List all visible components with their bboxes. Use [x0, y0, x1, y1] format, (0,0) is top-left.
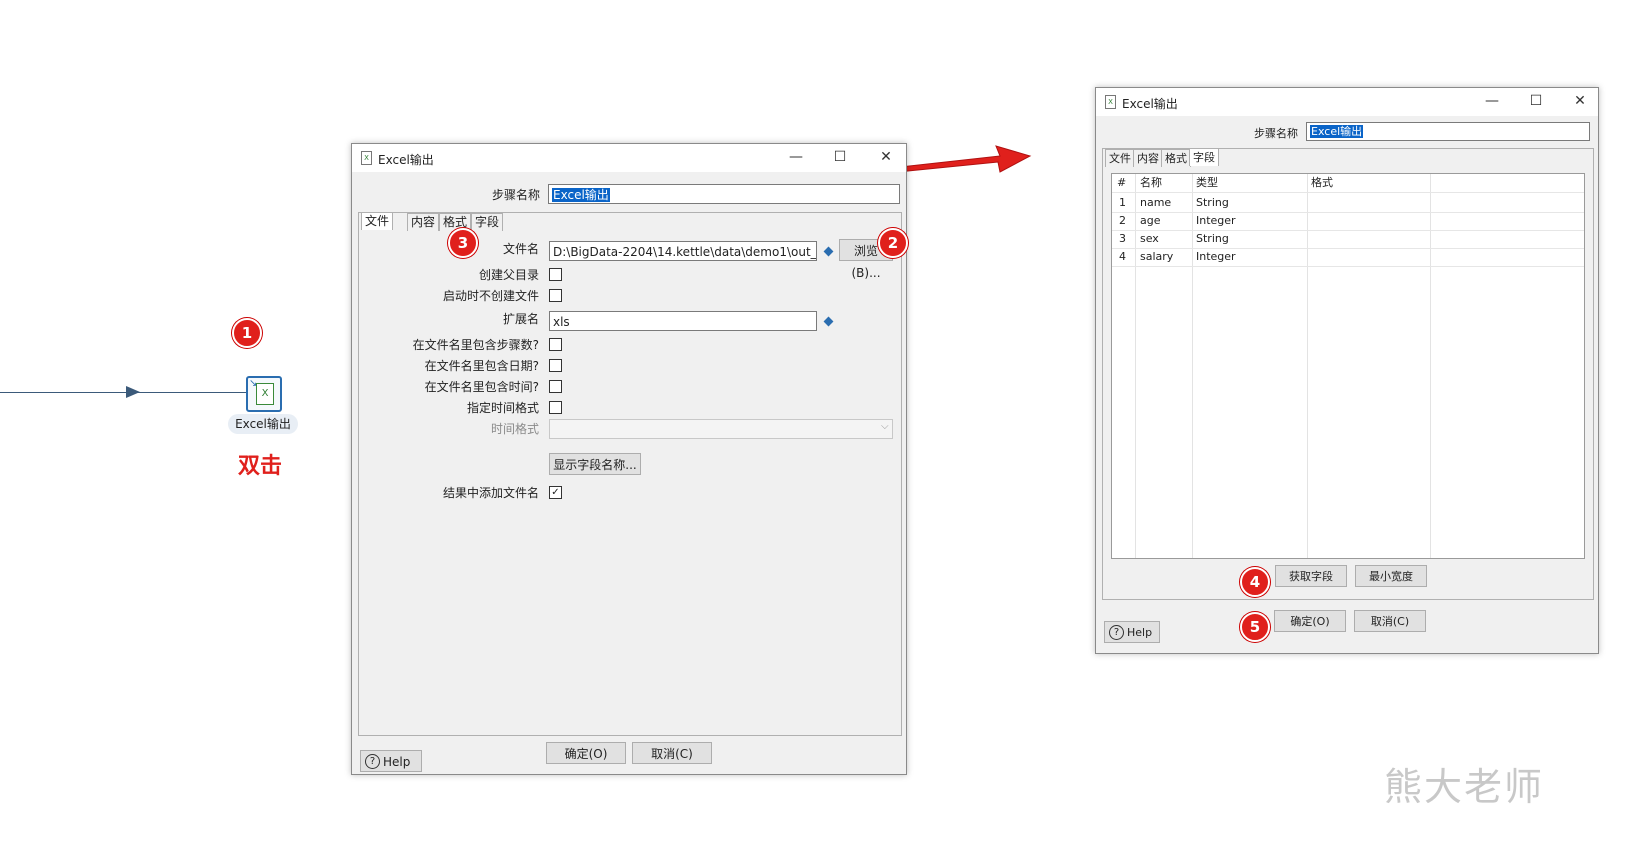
minimize-icon[interactable]: — — [1482, 92, 1502, 110]
maximize-icon[interactable]: ☐ — [830, 148, 850, 166]
time-format-select[interactable] — [549, 419, 893, 439]
tab-fields[interactable]: 字段 — [471, 213, 504, 231]
minimize-icon[interactable]: — — [786, 148, 806, 166]
column-header[interactable]: 名称 — [1140, 174, 1162, 192]
table-row[interactable]: 1 name String — [1112, 194, 1584, 213]
min-width-button[interactable]: 最小宽度 — [1355, 565, 1427, 587]
chevron-down-icon: ⌵ — [881, 421, 889, 432]
tab-file[interactable]: 文件 — [1105, 149, 1135, 167]
help-label: Help — [383, 755, 411, 769]
step-name-label: 步骤名称 — [491, 188, 540, 202]
time-format-label: 时间格式 — [490, 422, 539, 436]
no-create-on-start-checkbox[interactable] — [549, 289, 562, 302]
ok-button[interactable]: 确定(O) — [1274, 610, 1346, 632]
badge-2: 2 — [878, 228, 908, 258]
specify-time-format-checkbox[interactable] — [549, 401, 562, 414]
add-filename-result-checkbox[interactable]: ✓ — [549, 486, 562, 499]
create-parent-dir-checkbox[interactable] — [549, 268, 562, 281]
variable-icon — [823, 246, 834, 257]
filename-input[interactable]: D:\BigData-2204\14.kettle\data\demo1\out… — [549, 241, 817, 261]
add-filename-result-label: 结果中添加文件名 — [442, 486, 539, 500]
column-header[interactable]: # — [1117, 174, 1126, 192]
cancel-button[interactable]: 取消(C) — [632, 742, 712, 764]
field-name[interactable]: salary — [1140, 248, 1173, 266]
window-title: Excel输出 — [1122, 97, 1178, 111]
show-fieldnames-button[interactable]: 显示字段名称... — [549, 453, 641, 475]
tab-panel: 文件 内容 格式 字段 文件名 D:\BigData-2204\14.kettl… — [358, 212, 902, 736]
tab-content[interactable]: 内容 — [1133, 149, 1163, 167]
help-icon: ? — [1109, 625, 1124, 640]
row-number: 4 — [1119, 250, 1126, 263]
include-time-label: 在文件名里包含时间? — [424, 380, 539, 394]
excel-output-dialog-1: X Excel输出 — ☐ ✕ 步骤名称 Excel输出 文件 内容 格式 字段… — [351, 143, 907, 775]
field-name[interactable]: name — [1140, 194, 1171, 212]
help-label: Help — [1127, 626, 1153, 639]
step-name-input[interactable]: Excel输出 — [1306, 122, 1590, 141]
extension-input[interactable]: xls — [549, 311, 817, 331]
app-icon: X — [1105, 95, 1116, 109]
step-name-label: 步骤名称 — [1254, 127, 1298, 140]
excel-output-dialog-2: X Excel输出 — ☐ ✕ 步骤名称 Excel输出 文件 内容 格式 字段… — [1095, 87, 1599, 654]
table-header: # 名称 类型 格式 — [1112, 174, 1584, 193]
close-icon[interactable]: ✕ — [1570, 92, 1590, 110]
field-type[interactable]: Integer — [1196, 248, 1236, 266]
fields-table: # 名称 类型 格式 1 name String 2 age Integer 3… — [1111, 173, 1585, 559]
table-row[interactable]: 4 salary Integer — [1112, 248, 1584, 267]
cancel-button[interactable]: 取消(C) — [1354, 610, 1426, 632]
maximize-icon[interactable]: ☐ — [1526, 92, 1546, 110]
tab-format[interactable]: 格式 — [1161, 149, 1191, 167]
specify-time-format-label: 指定时间格式 — [466, 401, 539, 415]
row-number: 3 — [1119, 232, 1126, 245]
include-date-label: 在文件名里包含日期? — [424, 359, 539, 373]
include-date-checkbox[interactable] — [549, 359, 562, 372]
tab-fields[interactable]: 字段 — [1189, 148, 1219, 166]
row-number: 1 — [1119, 196, 1126, 209]
tab-content[interactable]: 内容 — [407, 213, 440, 231]
tab-panel: 文件 内容 格式 字段 # 名称 类型 格式 1 name String 2 a… — [1102, 148, 1594, 600]
help-icon: ? — [365, 754, 380, 769]
include-time-checkbox[interactable] — [549, 380, 562, 393]
include-stepnr-checkbox[interactable] — [549, 338, 562, 351]
field-type[interactable]: String — [1196, 194, 1229, 212]
help-button[interactable]: ? Help — [1104, 621, 1160, 643]
field-type[interactable]: Integer — [1196, 212, 1236, 230]
help-button[interactable]: ? Help — [360, 750, 422, 772]
title-bar: X Excel输出 — ☐ ✕ — [352, 144, 906, 172]
close-icon[interactable]: ✕ — [876, 148, 896, 166]
extension-label: 扩展名 — [502, 312, 539, 326]
title-bar: X Excel输出 — ☐ ✕ — [1096, 88, 1598, 116]
include-stepnr-label: 在文件名里包含步骤数? — [412, 338, 539, 352]
badge-4: 4 — [1240, 567, 1270, 597]
field-type[interactable]: String — [1196, 230, 1229, 248]
variable-icon — [823, 316, 834, 327]
watermark: 熊大老师 — [1384, 765, 1545, 809]
table-row[interactable]: 2 age Integer — [1112, 212, 1584, 231]
badge-3: 3 — [448, 228, 478, 258]
no-create-on-start-label: 启动时不创建文件 — [442, 289, 539, 303]
column-header[interactable]: 格式 — [1311, 174, 1333, 192]
ok-button[interactable]: 确定(O) — [546, 742, 626, 764]
field-name[interactable]: sex — [1140, 230, 1159, 248]
table-row[interactable]: 3 sex String — [1112, 230, 1584, 249]
column-header[interactable]: 类型 — [1196, 174, 1218, 192]
filename-label: 文件名 — [502, 242, 539, 256]
window-title: Excel输出 — [378, 153, 434, 167]
badge-5: 5 — [1240, 612, 1270, 642]
create-parent-dir-label: 创建父目录 — [478, 268, 539, 282]
tab-file[interactable]: 文件 — [361, 212, 394, 230]
get-fields-button[interactable]: 获取字段 — [1275, 565, 1347, 587]
row-number: 2 — [1119, 214, 1126, 227]
app-icon: X — [361, 151, 372, 165]
field-name[interactable]: age — [1140, 212, 1161, 230]
step-name-input[interactable]: Excel输出 — [548, 184, 900, 204]
